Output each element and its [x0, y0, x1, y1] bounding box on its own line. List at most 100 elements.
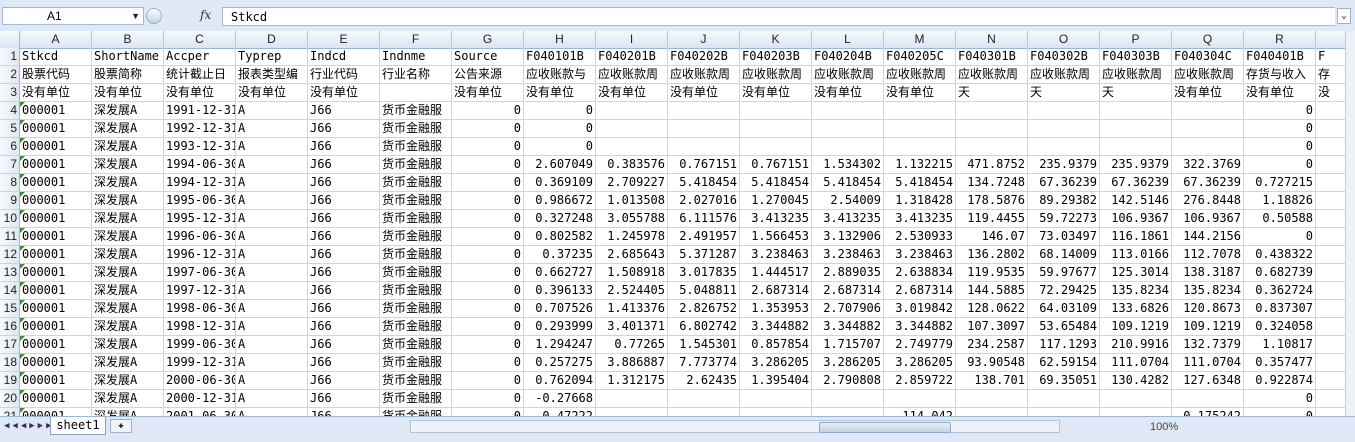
- cell-r13[interactable]: 0.682739: [1244, 264, 1316, 282]
- cell-k4[interactable]: [740, 102, 812, 120]
- cell-d17[interactable]: A: [236, 336, 308, 354]
- cell-a14[interactable]: 000001: [20, 282, 92, 300]
- cell-q13[interactable]: 138.3187: [1172, 264, 1244, 282]
- cell-o11[interactable]: 73.03497: [1028, 228, 1100, 246]
- cell-k12[interactable]: 3.238463: [740, 246, 812, 264]
- cell-c16[interactable]: 1998-12-31: [164, 318, 236, 336]
- cell-l3[interactable]: 没有单位: [812, 84, 884, 102]
- cell-n6[interactable]: [956, 138, 1028, 156]
- cell-o7[interactable]: 235.9379: [1028, 156, 1100, 174]
- cell-s19[interactable]: [1316, 372, 1345, 390]
- cell-d14[interactable]: A: [236, 282, 308, 300]
- cell-k8[interactable]: 5.418454: [740, 174, 812, 192]
- cell-l20[interactable]: [812, 390, 884, 408]
- cell-m17[interactable]: 2.749779: [884, 336, 956, 354]
- cell-g10[interactable]: 0: [452, 210, 524, 228]
- cell-k5[interactable]: [740, 120, 812, 138]
- cell-f21[interactable]: 货币金融服: [380, 408, 452, 416]
- cell-q2[interactable]: 应收账款周: [1172, 66, 1244, 84]
- column-header-h[interactable]: H: [524, 31, 596, 48]
- row-header[interactable]: 14: [0, 282, 20, 300]
- cell-i16[interactable]: 3.401371: [596, 318, 668, 336]
- cell-o21[interactable]: [1028, 408, 1100, 416]
- horizontal-scrollbar[interactable]: [410, 420, 1060, 433]
- cell-p6[interactable]: [1100, 138, 1172, 156]
- cell-f13[interactable]: 货币金融服: [380, 264, 452, 282]
- cell-d4[interactable]: A: [236, 102, 308, 120]
- row-header[interactable]: 4: [0, 102, 20, 120]
- cell-j12[interactable]: 5.371287: [668, 246, 740, 264]
- cell-p2[interactable]: 应收账款周: [1100, 66, 1172, 84]
- cell-r5[interactable]: 0: [1244, 120, 1316, 138]
- cell-g7[interactable]: 0: [452, 156, 524, 174]
- cell-q17[interactable]: 132.7379: [1172, 336, 1244, 354]
- cell-g9[interactable]: 0: [452, 192, 524, 210]
- cell-d8[interactable]: A: [236, 174, 308, 192]
- cell-n14[interactable]: 144.5885: [956, 282, 1028, 300]
- cell-f6[interactable]: 货币金融服: [380, 138, 452, 156]
- cell-i4[interactable]: [596, 102, 668, 120]
- cell-j6[interactable]: [668, 138, 740, 156]
- cell-f14[interactable]: 货币金融服: [380, 282, 452, 300]
- cell-b16[interactable]: 深发展A: [92, 318, 164, 336]
- cell-a15[interactable]: 000001: [20, 300, 92, 318]
- cell-e3[interactable]: 没有单位: [308, 84, 380, 102]
- column-header-j[interactable]: J: [668, 31, 740, 48]
- cell-c14[interactable]: 1997-12-31: [164, 282, 236, 300]
- cell-b21[interactable]: 深发展A: [92, 408, 164, 416]
- cell-b8[interactable]: 深发展A: [92, 174, 164, 192]
- cell-h13[interactable]: 0.662727: [524, 264, 596, 282]
- cell-e8[interactable]: J66: [308, 174, 380, 192]
- column-header-d[interactable]: D: [236, 31, 308, 48]
- cell-d16[interactable]: A: [236, 318, 308, 336]
- cell-i13[interactable]: 1.508918: [596, 264, 668, 282]
- cell-o9[interactable]: 89.29382: [1028, 192, 1100, 210]
- row-header[interactable]: 19: [0, 372, 20, 390]
- cell-p8[interactable]: 67.36239: [1100, 174, 1172, 192]
- cell-s6[interactable]: [1316, 138, 1345, 156]
- cell-s11[interactable]: [1316, 228, 1345, 246]
- cell-d18[interactable]: A: [236, 354, 308, 372]
- cell-o1[interactable]: F040302B: [1028, 48, 1100, 66]
- cell-n9[interactable]: 178.5876: [956, 192, 1028, 210]
- cell-f16[interactable]: 货币金融服: [380, 318, 452, 336]
- cell-e14[interactable]: J66: [308, 282, 380, 300]
- cell-e2[interactable]: 行业代码: [308, 66, 380, 84]
- cell-r20[interactable]: 0: [1244, 390, 1316, 408]
- cell-h2[interactable]: 应收账款与: [524, 66, 596, 84]
- cell-b1[interactable]: ShortName: [92, 48, 164, 66]
- cell-j18[interactable]: 7.773774: [668, 354, 740, 372]
- cell-i7[interactable]: 0.383576: [596, 156, 668, 174]
- cell-m10[interactable]: 3.413235: [884, 210, 956, 228]
- cell-e5[interactable]: J66: [308, 120, 380, 138]
- cell-a3[interactable]: 没有单位: [20, 84, 92, 102]
- cell-r9[interactable]: 1.18826: [1244, 192, 1316, 210]
- cell-k13[interactable]: 1.444517: [740, 264, 812, 282]
- cell-g20[interactable]: 0: [452, 390, 524, 408]
- cell-e20[interactable]: J66: [308, 390, 380, 408]
- cell-e6[interactable]: J66: [308, 138, 380, 156]
- cell-j8[interactable]: 5.418454: [668, 174, 740, 192]
- cell-f4[interactable]: 货币金融服: [380, 102, 452, 120]
- cell-n16[interactable]: 107.3097: [956, 318, 1028, 336]
- cell-h10[interactable]: 0.327248: [524, 210, 596, 228]
- cell-l2[interactable]: 应收账款周: [812, 66, 884, 84]
- cell-b11[interactable]: 深发展A: [92, 228, 164, 246]
- cell-s14[interactable]: [1316, 282, 1345, 300]
- cell-n3[interactable]: 天: [956, 84, 1028, 102]
- cell-i14[interactable]: 2.524405: [596, 282, 668, 300]
- cell-i3[interactable]: 没有单位: [596, 84, 668, 102]
- cell-q8[interactable]: 67.36239: [1172, 174, 1244, 192]
- cell-s21[interactable]: [1316, 408, 1345, 416]
- cell-f17[interactable]: 货币金融服: [380, 336, 452, 354]
- cell-c18[interactable]: 1999-12-31: [164, 354, 236, 372]
- name-box[interactable]: A1 ▼: [2, 7, 144, 25]
- row-header[interactable]: 2: [0, 66, 20, 84]
- cell-i15[interactable]: 1.413376: [596, 300, 668, 318]
- cell-r7[interactable]: 0: [1244, 156, 1316, 174]
- cell-o16[interactable]: 53.65484: [1028, 318, 1100, 336]
- cell-k19[interactable]: 1.395404: [740, 372, 812, 390]
- cell-n10[interactable]: 119.4455: [956, 210, 1028, 228]
- cell-g15[interactable]: 0: [452, 300, 524, 318]
- cell-q7[interactable]: 322.3769: [1172, 156, 1244, 174]
